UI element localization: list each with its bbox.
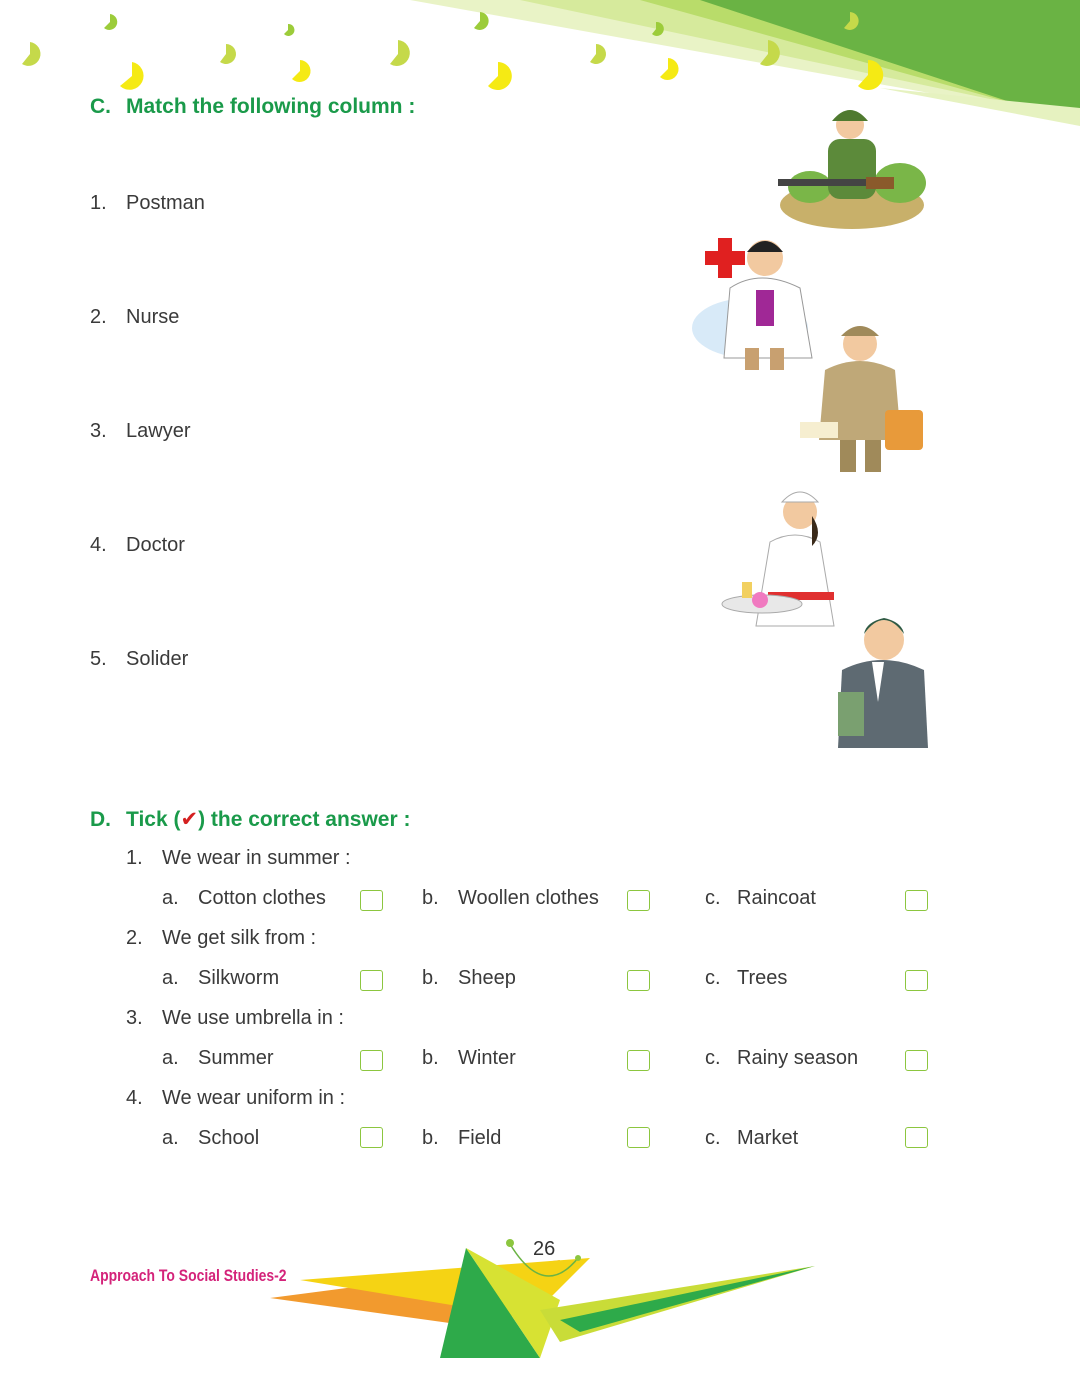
match-item-number: 5. — [90, 648, 107, 670]
option-text: Winter — [458, 1047, 516, 1069]
question-3: 3. We use umbrella in : — [126, 1007, 344, 1030]
option-3b: b. Winter — [422, 1047, 516, 1070]
checkbox-2a[interactable] — [360, 970, 383, 991]
checkbox-4b[interactable] — [627, 1127, 650, 1148]
option-letter: c. — [705, 967, 721, 989]
section-d-letter: D. — [90, 808, 111, 831]
section-c-letter: C. — [90, 95, 111, 118]
option-text: School — [198, 1127, 260, 1149]
section-d-title-post: ) the correct answer : — [198, 808, 411, 831]
option-2b: b. Sheep — [422, 967, 516, 990]
match-item-text: Solider — [126, 648, 189, 670]
match-item-text: Lawyer — [126, 420, 191, 442]
question-text: We wear uniform in : — [162, 1087, 346, 1109]
option-4c: c. Market — [705, 1127, 798, 1150]
option-text: Sheep — [458, 967, 516, 989]
option-2a: a. Silkworm — [162, 967, 279, 990]
match-item-number: 1. — [90, 192, 107, 214]
option-3a: a. Summer — [162, 1047, 274, 1070]
option-letter: c. — [705, 1127, 721, 1149]
question-number: 3. — [126, 1007, 143, 1029]
option-letter: a. — [162, 887, 179, 909]
checkbox-4a[interactable] — [360, 1127, 383, 1148]
option-letter: c. — [705, 887, 721, 909]
option-letter: a. — [162, 1047, 179, 1069]
option-1c: c. Raincoat — [705, 887, 816, 910]
checkbox-4c[interactable] — [905, 1127, 928, 1148]
question-number: 1. — [126, 847, 143, 869]
checkbox-1c[interactable] — [905, 890, 928, 911]
question-number: 2. — [126, 927, 143, 949]
option-1a: a. Cotton clothes — [162, 887, 326, 910]
question-text: We get silk from : — [162, 927, 317, 949]
option-text: Market — [737, 1127, 799, 1149]
question-number: 4. — [126, 1087, 143, 1109]
match-item-number: 4. — [90, 534, 107, 556]
option-text: Summer — [198, 1047, 274, 1069]
question-4: 4. We wear uniform in : — [126, 1087, 345, 1110]
option-letter: b. — [422, 1047, 439, 1069]
checkbox-3c[interactable] — [905, 1050, 928, 1071]
match-item-4: 4. Doctor — [90, 534, 185, 557]
option-text: Field — [458, 1127, 502, 1149]
option-2c: c. Trees — [705, 967, 787, 990]
book-title: Approach To Social Studies-2 — [90, 1266, 287, 1285]
section-d-title-pre: Tick ( — [126, 808, 181, 831]
soldier-illustration — [778, 110, 926, 229]
option-3c: c. Rainy season — [705, 1047, 858, 1070]
question-1: 1. We wear in summer : — [126, 847, 351, 870]
match-item-1: 1. Postman — [90, 192, 205, 215]
option-letter: c. — [705, 1047, 721, 1069]
lawyer-illustration — [838, 618, 928, 748]
page-number: 26 — [533, 1238, 556, 1260]
option-text: Silkworm — [198, 967, 280, 989]
match-item-3: 3. Lawyer — [90, 420, 190, 443]
checkbox-1a[interactable] — [360, 890, 383, 911]
tick-mark-icon: ✔ — [180, 808, 199, 831]
option-text: Woollen clothes — [458, 887, 599, 909]
section-c-title: Match the following column : — [126, 95, 416, 118]
match-item-2: 2. Nurse — [90, 306, 179, 329]
checkbox-2b[interactable] — [627, 970, 650, 991]
match-item-number: 2. — [90, 306, 107, 328]
checkbox-1b[interactable] — [627, 890, 650, 911]
checkbox-2c[interactable] — [905, 970, 928, 991]
option-letter: a. — [162, 967, 179, 989]
option-letter: a. — [162, 1127, 179, 1149]
match-item-text: Postman — [126, 192, 205, 214]
question-2: 2. We get silk from : — [126, 927, 316, 950]
option-text: Cotton clothes — [198, 887, 326, 909]
match-item-number: 3. — [90, 420, 107, 442]
option-letter: b. — [422, 887, 439, 909]
checkbox-3a[interactable] — [360, 1050, 383, 1071]
match-item-5: 5. Solider — [90, 648, 188, 671]
option-text: Raincoat — [737, 887, 816, 909]
match-item-text: Nurse — [126, 306, 180, 328]
match-item-text: Doctor — [126, 534, 185, 556]
section-c-heading: C. Match the following column : — [90, 95, 415, 119]
option-text: Rainy season — [737, 1047, 859, 1069]
option-1b: b. Woollen clothes — [422, 887, 599, 910]
option-text: Trees — [737, 967, 788, 989]
question-text: We wear in summer : — [162, 847, 351, 869]
option-letter: b. — [422, 967, 439, 989]
option-4b: b. Field — [422, 1127, 501, 1150]
section-d-heading: D. Tick (✔) the correct answer : — [90, 807, 410, 832]
option-letter: b. — [422, 1127, 439, 1149]
question-text: We use umbrella in : — [162, 1007, 344, 1029]
checkbox-3b[interactable] — [627, 1050, 650, 1071]
postman-illustration — [800, 326, 923, 472]
option-4a: a. School — [162, 1127, 259, 1150]
